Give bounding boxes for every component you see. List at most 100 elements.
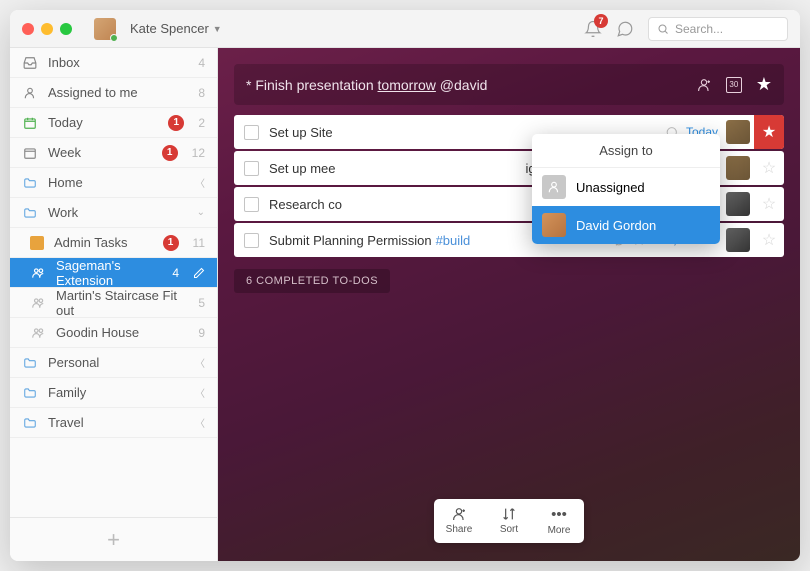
sidebar-item-badge: 1 <box>162 145 178 161</box>
star-button[interactable]: ☆ <box>754 187 784 221</box>
edit-icon[interactable] <box>193 267 205 279</box>
more-icon: ••• <box>551 506 567 523</box>
share-button[interactable]: Share <box>434 499 484 543</box>
new-task-input[interactable]: * Finish presentation tomorrow @david 30… <box>234 64 784 105</box>
more-button[interactable]: ••• More <box>534 499 584 543</box>
sidebar-list-admin-tasks[interactable]: Admin Tasks 1 11 <box>10 228 217 258</box>
sidebar: Inbox 4 Assigned to me 8 Today 1 2 Week … <box>10 48 218 561</box>
assignee-avatar[interactable] <box>726 228 750 252</box>
assign-option-david-gordon[interactable]: David Gordon <box>532 206 720 244</box>
task-text-fragment: Research co <box>269 197 342 212</box>
sort-label: Sort <box>500 524 518 535</box>
speech-bubble-icon <box>616 20 634 38</box>
task-tag[interactable]: #build <box>436 233 471 248</box>
star-button[interactable]: ☆ <box>754 223 784 257</box>
chevron-right-icon: 〈 <box>195 355 205 370</box>
calendar-today-icon <box>22 116 38 130</box>
sidebar-list-sagemans-extension[interactable]: Sageman's Extension 4 <box>10 258 217 288</box>
shared-list-icon <box>30 296 46 310</box>
presence-indicator <box>110 34 118 42</box>
assign-icon[interactable] <box>696 77 712 93</box>
user-avatar[interactable] <box>94 18 116 40</box>
sidebar-item-label: Admin Tasks <box>54 235 153 250</box>
notifications-button[interactable]: 7 <box>584 20 602 38</box>
sidebar-item-count: 2 <box>198 116 205 130</box>
sidebar-item-week[interactable]: Week 1 12 <box>10 138 217 168</box>
conversations-button[interactable] <box>616 20 634 38</box>
user-menu[interactable]: Kate Spencer ▼ <box>130 21 222 36</box>
sidebar-list-work[interactable]: Work ⌄ <box>10 198 217 228</box>
checkbox[interactable] <box>244 125 259 140</box>
assign-option-label: Unassigned <box>576 180 645 195</box>
sidebar-list-family[interactable]: Family 〈 <box>10 378 217 408</box>
search-icon <box>657 23 669 35</box>
traffic-lights <box>22 23 72 35</box>
checkbox[interactable] <box>244 197 259 212</box>
folder-icon <box>22 416 38 430</box>
input-assignee-token: @david <box>436 77 488 93</box>
chevron-right-icon: 〈 <box>195 175 205 190</box>
username-label: Kate Spencer <box>130 21 209 36</box>
folder-icon <box>22 356 38 370</box>
star-button[interactable]: ☆ <box>754 151 784 185</box>
star-button[interactable]: ★ <box>754 115 784 149</box>
sidebar-item-count: 4 <box>172 266 179 280</box>
chevron-down-icon: ⌄ <box>197 207 205 218</box>
sidebar-list-personal[interactable]: Personal 〈 <box>10 348 217 378</box>
calendar-day-number: 30 <box>729 80 738 89</box>
person-placeholder-icon <box>542 175 566 199</box>
sort-button[interactable]: Sort <box>484 499 534 543</box>
sidebar-list-home[interactable]: Home 〈 <box>10 168 217 198</box>
assignee-avatar[interactable] <box>726 192 750 216</box>
maximize-window-button[interactable] <box>60 23 72 35</box>
sidebar-item-count: 5 <box>198 296 205 310</box>
chevron-down-icon: ▼ <box>213 24 222 34</box>
search-input[interactable]: Search... <box>648 17 788 41</box>
checkbox[interactable] <box>244 161 259 176</box>
sidebar-item-count: 11 <box>193 236 205 250</box>
shared-list-icon <box>30 266 46 280</box>
app-window: Kate Spencer ▼ 7 Search... Inbox 4 <box>10 10 800 561</box>
assignee-avatar[interactable] <box>726 120 750 144</box>
sidebar-item-badge: 1 <box>168 115 184 131</box>
sidebar-list-goodin-house[interactable]: Goodin House 9 <box>10 318 217 348</box>
plus-icon: + <box>107 527 120 553</box>
sidebar-item-label: Family <box>48 385 185 400</box>
calendar-icon[interactable]: 30 <box>726 77 742 93</box>
content: Inbox 4 Assigned to me 8 Today 1 2 Week … <box>10 48 800 561</box>
folder-icon <box>22 176 38 190</box>
sidebar-list-travel[interactable]: Travel 〈 <box>10 408 217 438</box>
completed-todos-toggle[interactable]: 6 COMPLETED TO-DOS <box>234 269 390 293</box>
sidebar-item-inbox[interactable]: Inbox 4 <box>10 48 217 78</box>
sidebar-item-label: Assigned to me <box>48 85 188 100</box>
notification-count-badge: 7 <box>594 14 608 28</box>
share-icon <box>451 506 467 522</box>
input-actions: 30 ★ <box>696 74 772 95</box>
add-list-button[interactable]: + <box>10 517 217 561</box>
titlebar: Kate Spencer ▼ 7 Search... <box>10 10 800 48</box>
star-icon[interactable]: ★ <box>756 74 772 95</box>
minimize-window-button[interactable] <box>41 23 53 35</box>
sidebar-list-martins-staircase[interactable]: Martin's Staircase Fit out 5 <box>10 288 217 318</box>
assign-popover: Assign to Unassigned David Gordon <box>532 134 720 244</box>
sidebar-item-label: Home <box>48 175 185 190</box>
list-color-icon <box>30 236 44 250</box>
sidebar-item-assigned[interactable]: Assigned to me 8 <box>10 78 217 108</box>
sidebar-item-count: 4 <box>198 56 205 70</box>
inbox-icon <box>22 56 38 70</box>
close-window-button[interactable] <box>22 23 34 35</box>
popover-title: Assign to <box>532 134 720 168</box>
assign-option-unassigned[interactable]: Unassigned <box>532 168 720 206</box>
folder-open-icon <box>22 206 38 220</box>
sidebar-item-label: Today <box>48 115 158 130</box>
sidebar-item-count: 8 <box>198 86 205 100</box>
assignee-avatar[interactable] <box>726 156 750 180</box>
sidebar-item-label: Goodin House <box>56 325 188 340</box>
sort-icon <box>501 506 517 522</box>
share-label: Share <box>446 524 473 535</box>
sidebar-item-label: Personal <box>48 355 185 370</box>
sidebar-item-today[interactable]: Today 1 2 <box>10 108 217 138</box>
checkbox[interactable] <box>244 233 259 248</box>
chevron-right-icon: 〈 <box>195 385 205 400</box>
sidebar-item-badge: 1 <box>163 235 179 251</box>
